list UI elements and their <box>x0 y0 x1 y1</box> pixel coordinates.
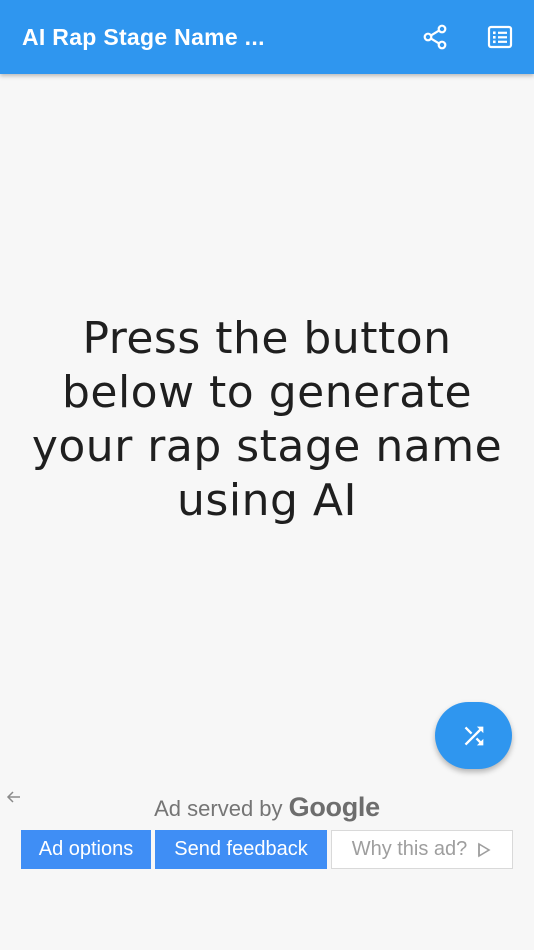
list-icon <box>487 25 513 49</box>
prompt-line: below to generate <box>61 367 473 418</box>
ad-options-button[interactable]: Ad options <box>21 830 151 869</box>
ad-served-text: Ad served by <box>154 796 283 821</box>
prompt-line: using AI <box>177 475 357 526</box>
prompt-line: Press the button <box>82 313 452 364</box>
shuffle-icon <box>464 726 483 745</box>
app-bar: AI Rap Stage Name ... <box>0 0 534 74</box>
app-title: AI Rap Stage Name ... <box>22 24 265 50</box>
share-icon <box>423 24 447 50</box>
why-this-ad-button[interactable]: Why this ad? <box>331 830 513 869</box>
adchoices-play-icon <box>478 842 491 857</box>
prompt-text: Press the button below to generate your … <box>0 312 534 528</box>
list-button[interactable] <box>485 22 515 52</box>
google-logo: Google <box>288 792 381 822</box>
generate-name-button[interactable] <box>435 702 512 769</box>
send-feedback-button[interactable]: Send feedback <box>155 830 327 869</box>
share-button[interactable] <box>420 22 450 52</box>
prompt-line: your rap stage name <box>31 421 503 472</box>
ad-served-label: Ad served by Google <box>0 792 534 823</box>
why-this-ad-label: Why this ad? <box>351 838 468 860</box>
